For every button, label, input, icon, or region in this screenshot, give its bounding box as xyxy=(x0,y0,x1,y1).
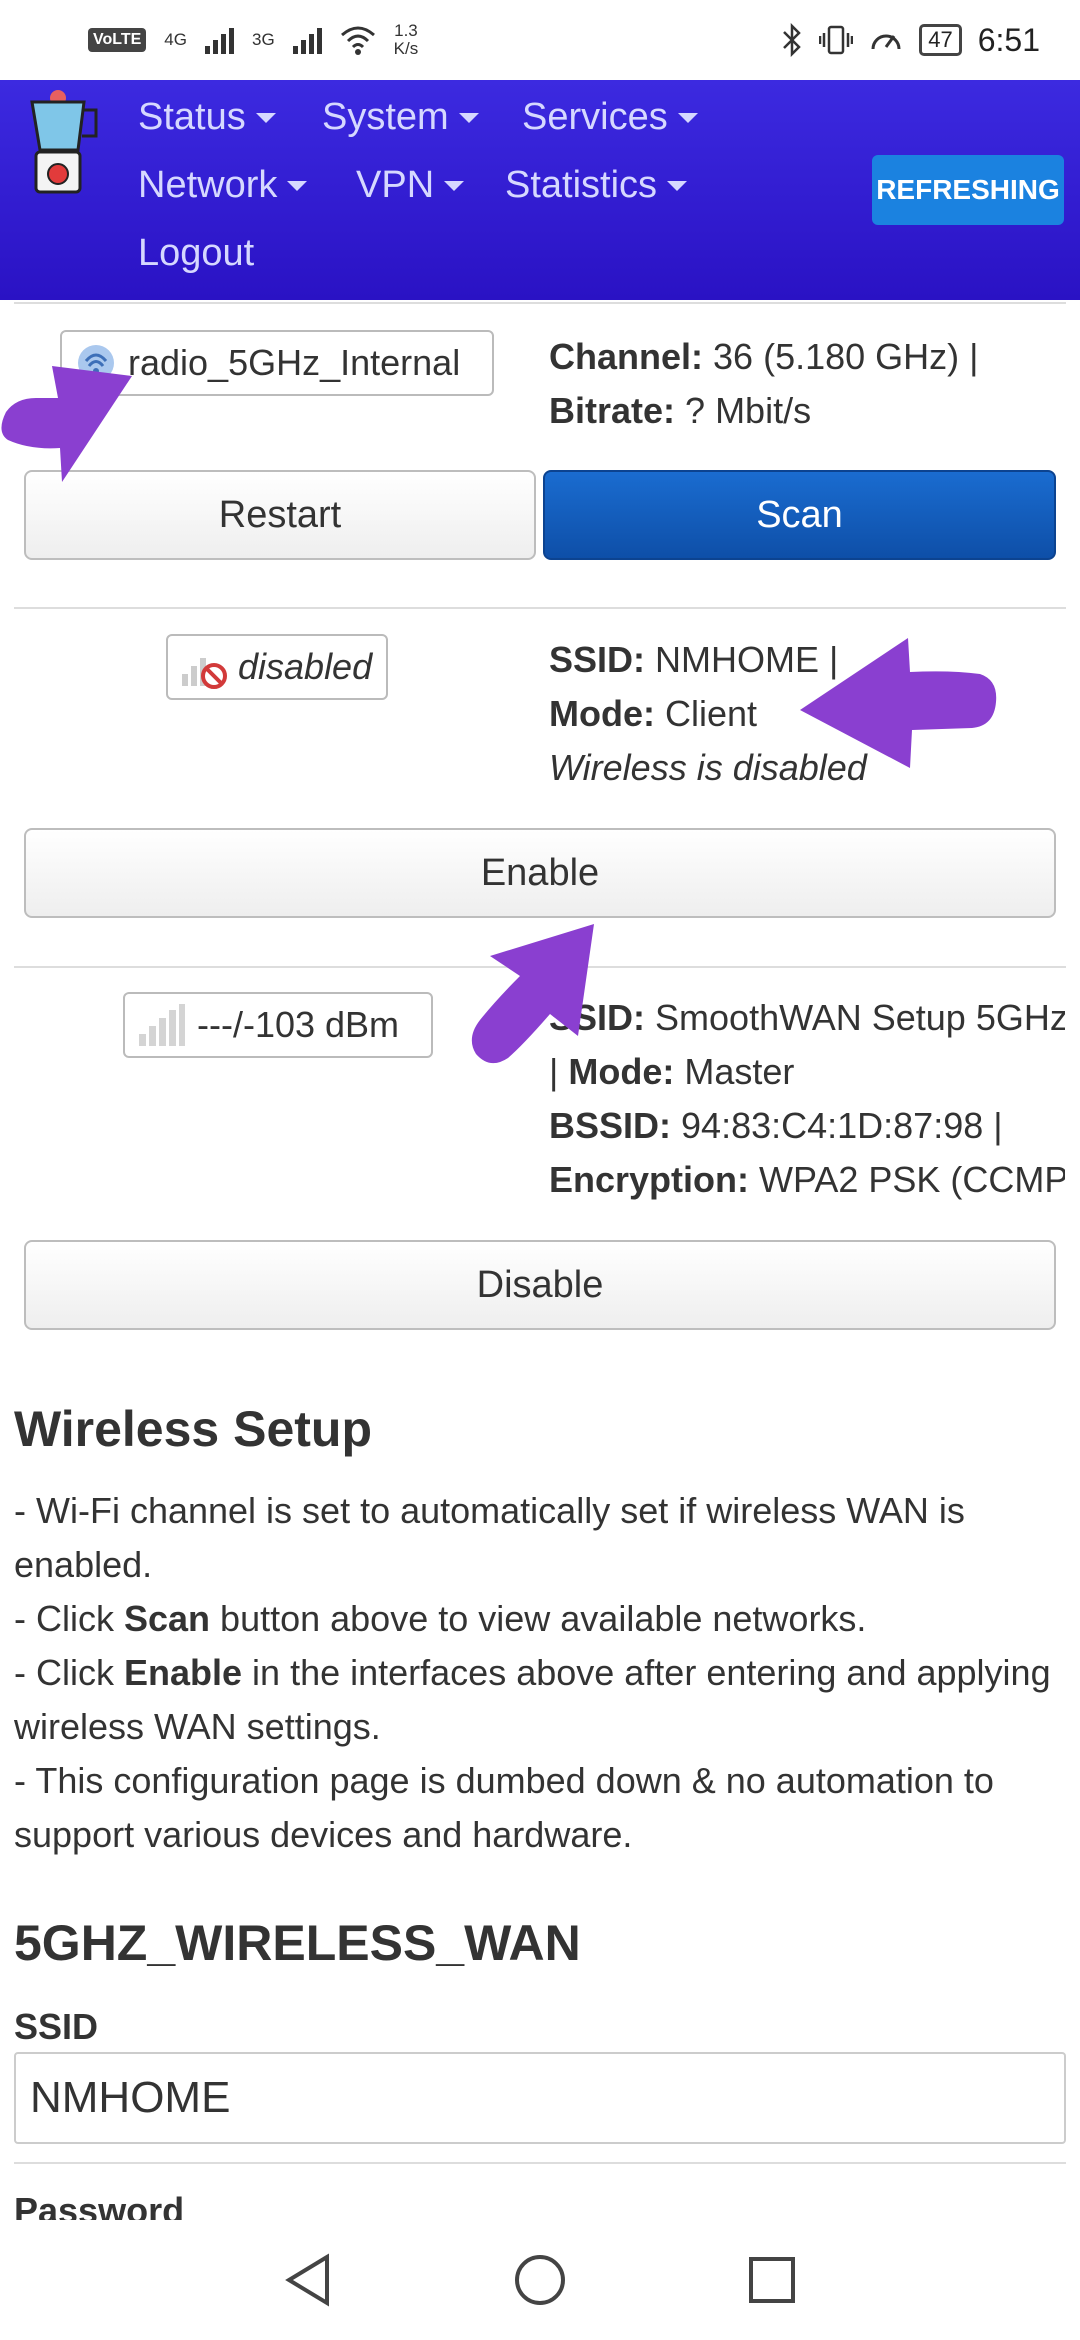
bssid-label: BSSID: xyxy=(549,1105,672,1146)
enable-emphasis: Enable xyxy=(124,1652,243,1693)
iface2-signal-label: ---/-103 dBm xyxy=(197,1004,400,1045)
bluetooth-icon xyxy=(783,23,802,57)
nav-status[interactable]: Status xyxy=(138,96,276,139)
caret-down-icon xyxy=(458,112,479,123)
disable-button[interactable]: Disable xyxy=(24,1240,1056,1330)
ssid-value: SmoothWAN Setup 5GHz xyxy=(655,997,1065,1038)
nav-services-label: Services xyxy=(522,96,668,138)
annotation-arrow-icon xyxy=(471,924,594,1064)
signal-icon xyxy=(292,26,322,54)
iface1-status-label: disabled xyxy=(238,646,373,687)
clock: 6:51 xyxy=(977,21,1040,58)
annotation-arrow-icon xyxy=(1,366,133,482)
password-field-label: Password xyxy=(14,2190,185,2220)
recents-icon[interactable] xyxy=(747,2255,797,2305)
network-speed: 1.3 K/s xyxy=(394,22,419,58)
setup-line-part: - Click xyxy=(14,1598,124,1639)
setup-line-part: button above to view available networks. xyxy=(210,1598,867,1639)
nav-status-label: Status xyxy=(138,96,246,138)
annotation-arrow-icon xyxy=(800,638,997,768)
nav-services[interactable]: Services xyxy=(522,96,698,139)
mode-value: Master xyxy=(684,1051,795,1092)
signal-strength-icon xyxy=(139,1004,185,1046)
bitrate-label: Bitrate: xyxy=(549,390,676,431)
wifi-icon xyxy=(340,26,375,55)
speedometer-icon xyxy=(871,34,901,50)
signal-disabled-icon xyxy=(182,658,227,689)
sim1-label: 4G xyxy=(164,30,187,49)
caret-down-icon xyxy=(287,180,308,191)
vibrate-icon xyxy=(819,25,854,55)
channel-label: Channel: xyxy=(549,336,704,377)
nav-logout-label: Logout xyxy=(138,232,255,274)
caret-down-icon xyxy=(667,180,688,191)
iface2-signal-badge[interactable]: ---/-103 dBm xyxy=(123,992,433,1058)
system-navigation-bar xyxy=(0,2220,1080,2340)
nav-system-label: System xyxy=(322,96,449,138)
nav-vpn[interactable]: VPN xyxy=(356,164,465,207)
ssid-input[interactable] xyxy=(14,2052,1066,2144)
ssid-label: SSID: xyxy=(549,639,646,680)
divider xyxy=(14,607,1066,609)
radio-info: Channel: 36 (5.180 GHz) | Bitrate: ? Mbi… xyxy=(549,330,1069,438)
nav-statistics[interactable]: Statistics xyxy=(505,164,688,207)
nav-logout[interactable]: Logout xyxy=(138,232,254,275)
divider xyxy=(14,302,1066,304)
scan-emphasis: Scan xyxy=(124,1598,211,1639)
encryption-label: Encryption: xyxy=(549,1159,750,1200)
speed-unit: K/s xyxy=(393,39,419,58)
iface2-info: SSID: SmoothWAN Setup 5GHz | Mode: Maste… xyxy=(549,991,1065,1207)
nav-network-label: Network xyxy=(138,164,278,206)
setup-line: - Click Scan button above to view availa… xyxy=(14,1592,1064,1646)
volte-icon: VoLTE xyxy=(88,28,147,52)
top-navbar: Status System Services Network VPN Stati… xyxy=(0,80,1080,300)
nav-statistics-label: Statistics xyxy=(505,164,658,206)
caret-down-icon xyxy=(255,112,276,123)
setup-line: - This configuration page is dumbed down… xyxy=(14,1760,994,1855)
mode-label: Mode: xyxy=(549,693,655,734)
setup-line: - Click Enable in the interfaces above a… xyxy=(14,1646,1064,1754)
blender-logo-icon[interactable] xyxy=(22,88,102,198)
divider xyxy=(14,2162,1066,2164)
bitrate-value: ? Mbit/s xyxy=(685,390,812,431)
signal-icon xyxy=(204,26,234,54)
channel-value: 36 (5.180 GHz) | xyxy=(713,336,979,377)
sim2-label: 3G xyxy=(251,30,275,49)
wireless-setup-title: Wireless Setup xyxy=(14,1401,373,1457)
caret-down-icon xyxy=(677,112,698,123)
nav-vpn-label: VPN xyxy=(356,164,435,206)
home-icon[interactable] xyxy=(513,2253,567,2307)
wan-section-title: 5GHZ_WIRELESS_WAN xyxy=(14,1915,581,1971)
caret-down-icon xyxy=(444,180,465,191)
setup-line-part: - Click xyxy=(14,1652,124,1693)
setup-help-text: - Wi-Fi channel is set to automatically … xyxy=(14,1484,1064,1862)
mode-value: Client xyxy=(665,693,758,734)
refreshing-button[interactable]: REFRESHING xyxy=(872,155,1064,225)
encryption-value: WPA2 PSK (CCMP) xyxy=(759,1159,1065,1200)
nav-system[interactable]: System xyxy=(322,96,479,139)
setup-line: - Wi-Fi channel is set to automatically … xyxy=(14,1490,965,1585)
nav-network[interactable]: Network xyxy=(138,164,308,207)
radio-device-label: radio_5GHz_Internal xyxy=(128,342,461,383)
bssid-value: 94:83:C4:1D:87:98 | xyxy=(681,1105,1003,1146)
ssid-field-label: SSID xyxy=(14,2006,99,2047)
enable-button[interactable]: Enable xyxy=(24,828,1056,918)
speed-value: 1.3 xyxy=(394,21,418,40)
scan-button[interactable]: Scan xyxy=(543,470,1056,560)
battery-icon: 47 xyxy=(919,24,962,56)
iface1-status-badge[interactable]: disabled xyxy=(166,634,388,700)
status-bar: VoLTE 4G 3G 1.3 K/s 47 6:51 xyxy=(0,0,1080,80)
back-icon[interactable] xyxy=(283,2253,333,2307)
